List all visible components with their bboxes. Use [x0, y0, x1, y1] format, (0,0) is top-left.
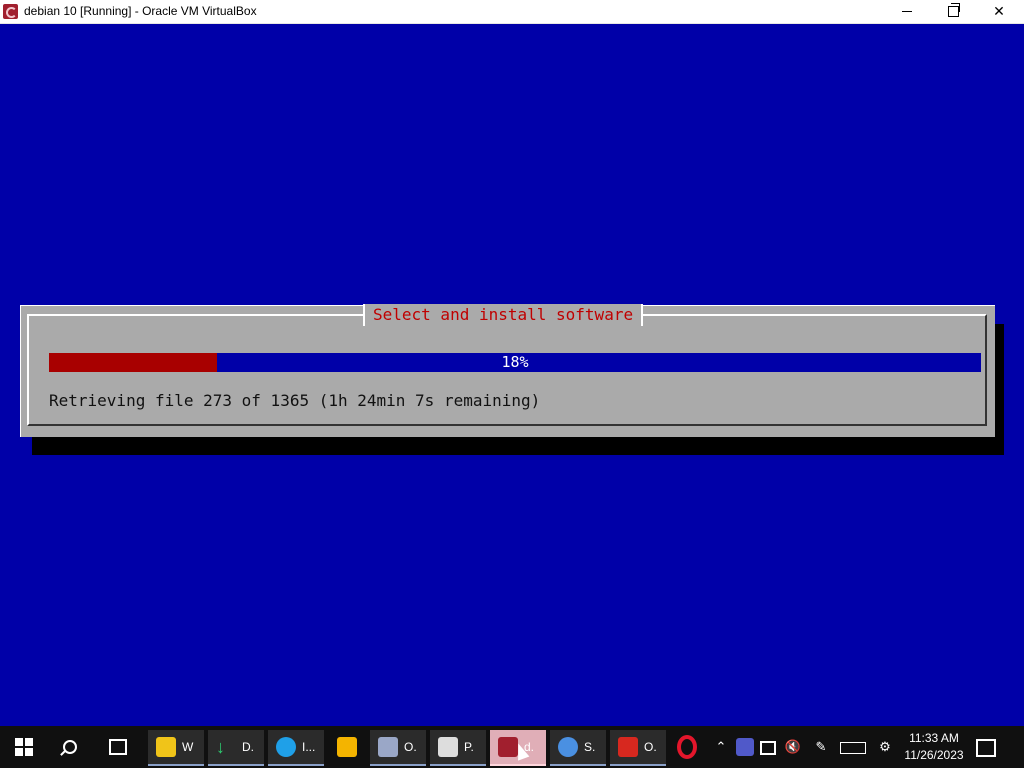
start-button[interactable]	[4, 730, 44, 764]
taskbar-app-label: S.	[584, 740, 596, 754]
settings-icon	[558, 737, 578, 757]
volume-muted-icon[interactable]: 🔇	[784, 738, 802, 756]
clock-time: 11:33 AM	[909, 731, 959, 745]
window-title: debian 10 [Running] - Oracle VM VirtualB…	[24, 4, 257, 18]
installer-dialog: Select and install software 18% Retrievi…	[20, 304, 995, 437]
taskbar-app-acrobat[interactable]: O.	[610, 730, 666, 766]
taskbar-app-opera[interactable]	[670, 730, 704, 764]
show-hidden-icons-button[interactable]: ⌃	[712, 738, 730, 756]
maximize-button[interactable]	[930, 0, 976, 23]
window-titlebar[interactable]: debian 10 [Running] - Oracle VM VirtualB…	[0, 0, 1024, 24]
taskbar-app-label: D.	[242, 740, 254, 754]
dialog-frame: Select and install software 18% Retrievi…	[27, 304, 987, 426]
restore-icon	[947, 3, 960, 17]
close-icon: ✕	[993, 3, 1005, 19]
taskbar-clock[interactable]: 11:33 AM 11/26/2023	[900, 730, 968, 764]
taskbar-app-settings[interactable]: S.	[550, 730, 606, 766]
progress-bar: 18%	[49, 353, 981, 372]
taskbar-app-label: I...	[302, 740, 316, 754]
opera-icon	[677, 735, 697, 759]
virtualbox-icon	[378, 737, 398, 757]
task-view-icon	[109, 739, 127, 755]
gear-icon[interactable]: ⚙	[876, 738, 894, 756]
folder-icon	[156, 737, 176, 757]
search-icon	[63, 740, 77, 754]
network-icon[interactable]	[760, 741, 776, 755]
notifications-icon[interactable]	[976, 739, 996, 757]
taskbar-app-document[interactable]: P.	[430, 730, 486, 766]
taskbar-app-label: P.	[464, 740, 474, 754]
windows-icon	[15, 738, 33, 756]
teams-icon[interactable]	[736, 738, 754, 756]
pen-icon[interactable]: ✎	[812, 738, 830, 756]
taskbar-app-downloads[interactable]: ↓ D.	[208, 730, 264, 766]
virtualbox-app-icon	[3, 4, 18, 19]
clock-date: 11/26/2023	[904, 748, 964, 762]
status-text: Retrieving file 273 of 1365 (1h 24min 7s…	[49, 391, 541, 410]
taskbar-app-store[interactable]	[330, 730, 364, 764]
search-button[interactable]	[50, 730, 90, 764]
keyboard-icon[interactable]	[840, 742, 866, 754]
close-button[interactable]: ✕	[976, 0, 1022, 23]
acrobat-icon	[618, 737, 638, 757]
taskbar-app-virtualbox[interactable]: O.	[370, 730, 426, 766]
minimize-icon	[902, 11, 912, 12]
task-view-button[interactable]	[98, 730, 138, 764]
taskbar-app-label: O.	[404, 740, 417, 754]
download-icon: ↓	[216, 737, 225, 757]
minimize-button[interactable]	[884, 0, 930, 23]
taskbar-app-edge[interactable]: I...	[268, 730, 324, 766]
dialog-title: Select and install software	[363, 304, 644, 326]
taskbar-app-explorer[interactable]: W	[148, 730, 204, 766]
taskbar-app-label: O.	[644, 740, 657, 754]
edge-icon	[276, 737, 296, 757]
document-icon	[438, 737, 458, 757]
windows-taskbar: W ↓ D. I... O. P. d. S. O. ⌃ 🔇 ✎ ⚙ 11:33…	[0, 726, 1024, 768]
store-icon	[337, 737, 357, 757]
progress-percent: 18%	[501, 353, 529, 371]
chevron-up-icon: ⌃	[715, 739, 727, 754]
taskbar-app-label: W	[182, 740, 194, 754]
